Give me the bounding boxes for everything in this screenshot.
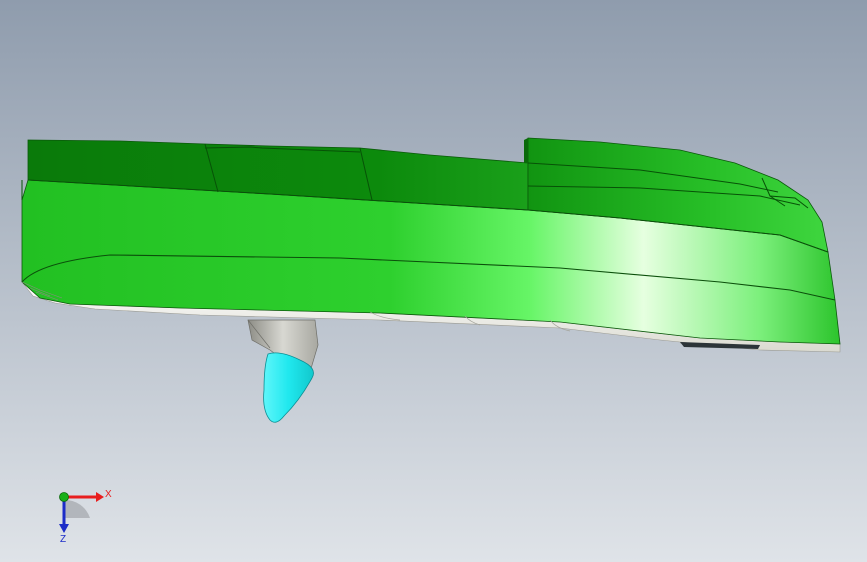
x-axis-label: X — [105, 489, 112, 500]
x-axis-arrow — [96, 492, 104, 502]
cabin-step — [524, 138, 528, 163]
orientation-triad[interactable]: X Z Y — [44, 478, 124, 548]
z-axis-label: Z — [60, 534, 66, 545]
graphics-viewport[interactable]: X Z Y — [0, 0, 867, 562]
model-scene[interactable] — [0, 0, 867, 562]
y-axis-point — [59, 492, 69, 502]
z-axis-arrow — [59, 524, 69, 533]
triad-shadow — [64, 499, 90, 518]
